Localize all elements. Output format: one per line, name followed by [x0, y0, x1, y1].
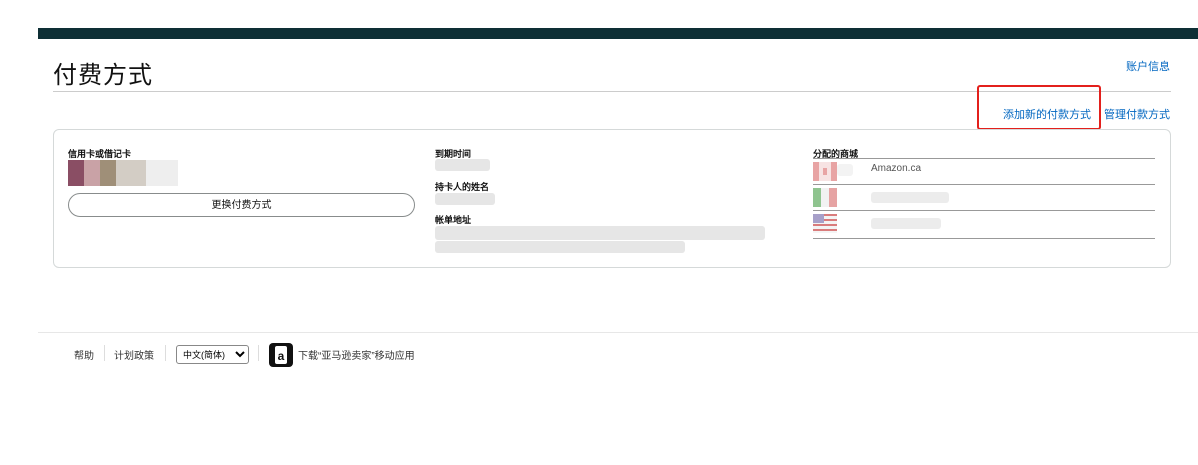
footer-separator	[104, 345, 105, 361]
download-app-link[interactable]: 下载“亚马逊卖家”移动应用	[298, 347, 415, 362]
program-policy-link[interactable]: 计划政策	[114, 347, 154, 362]
marketplace-row	[813, 184, 1155, 210]
page-title: 付费方式	[53, 62, 153, 89]
canada-flag-icon	[813, 162, 837, 181]
marketplace-row: Amazon.ca	[813, 158, 1155, 184]
card-number-blur	[116, 160, 146, 186]
cardholder-label: 持卡人的姓名	[435, 182, 490, 192]
marketplace-name-redacted	[871, 192, 949, 203]
add-payment-method-link[interactable]: 添加新的付款方式	[1003, 106, 1091, 122]
marketplace-row	[813, 210, 1155, 236]
expiry-value-redacted	[435, 159, 490, 171]
manage-payment-methods-link[interactable]: 管理付款方式	[1104, 106, 1170, 122]
marketplace-list-end	[813, 238, 1155, 239]
card-logo-segment	[100, 160, 116, 186]
footer-divider	[38, 332, 1198, 333]
card-logo-segment	[68, 160, 84, 186]
card-type-label: 信用卡或借记卡	[68, 149, 132, 159]
language-select[interactable]: 中文(简体)	[176, 345, 249, 364]
billing-address-line2-redacted	[435, 241, 685, 253]
card-number-masked	[68, 160, 178, 186]
billing-address-label: 帐单地址	[435, 215, 472, 225]
usa-flag-icon	[813, 214, 837, 233]
card-logo-segment	[84, 160, 100, 186]
flag-blur	[837, 164, 853, 176]
marketplace-name-redacted	[871, 218, 941, 229]
cardholder-value-redacted	[435, 193, 495, 205]
help-link[interactable]: 帮助	[74, 347, 94, 362]
billing-address-line1-redacted	[435, 226, 765, 240]
card-number-blur	[146, 160, 178, 186]
amazon-app-icon[interactable]: a	[269, 343, 293, 367]
mexico-flag-icon	[813, 188, 837, 207]
account-info-link[interactable]: 账户信息	[1126, 58, 1170, 74]
replace-payment-button[interactable]: 更换付费方式	[68, 193, 415, 217]
top-navigation-bar	[38, 28, 1198, 39]
footer-separator	[258, 345, 259, 361]
marketplace-name: Amazon.ca	[871, 163, 922, 174]
footer-separator	[165, 345, 166, 361]
